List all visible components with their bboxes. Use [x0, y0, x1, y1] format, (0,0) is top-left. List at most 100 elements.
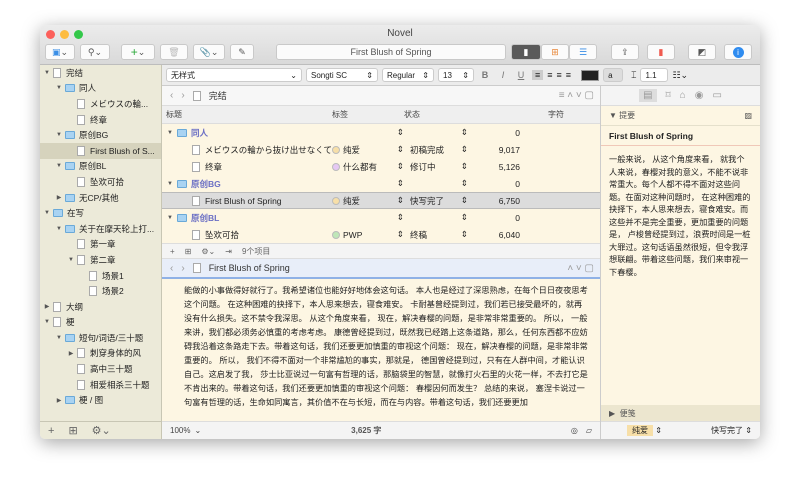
align-right-button[interactable]: ≡ — [557, 70, 562, 80]
binder-item[interactable]: ▼短句/词语/三十题 — [40, 330, 161, 346]
label-stepper-icon[interactable]: ⇕ — [397, 127, 404, 138]
disclosure-open-icon[interactable]: ▼ — [43, 210, 51, 216]
binder-item[interactable]: 坠欢可拾 — [40, 174, 161, 190]
editor-text[interactable]: 能做的小事做得好就行了。我希望诸位也能好好地体会这句话。 本人也是经过了深思熟虑… — [162, 279, 600, 418]
binder-item[interactable]: ▶梗 / 图 — [40, 392, 161, 408]
row-status[interactable]: 快写完了 — [404, 195, 461, 207]
status-stepper-icon[interactable]: ⇕ — [461, 144, 468, 155]
tag-tab-icon[interactable]: ⌂ — [680, 90, 686, 101]
label-stepper-icon[interactable]: ⇕ — [397, 161, 404, 172]
target-icon[interactable]: ◎ — [571, 426, 578, 435]
disclosure-closed-icon[interactable]: ▶ — [55, 194, 63, 201]
status-select[interactable]: 快写完了 ⇕ — [711, 425, 752, 436]
image-icon[interactable]: ▨ — [744, 111, 752, 120]
size-select[interactable]: 13⇕ — [438, 68, 474, 82]
share-button[interactable]: ⇪ — [611, 44, 639, 60]
disclosure-open-icon[interactable]: ▼ — [166, 130, 174, 136]
export-icon[interactable]: ⇥ — [225, 247, 232, 256]
label-select[interactable]: 纯爱 ⇕ — [627, 425, 662, 436]
row-status[interactable]: 修订中 — [404, 161, 461, 173]
disclosure-open-icon[interactable]: ▼ — [55, 132, 63, 138]
disclosure-open-icon[interactable]: ▼ — [55, 226, 63, 232]
column-status[interactable]: 状态 — [404, 109, 468, 120]
highlight-button[interactable]: a — [603, 68, 623, 82]
row-status[interactable]: 终稿 — [404, 229, 461, 241]
status-stepper-icon[interactable]: ⇕ — [461, 229, 468, 240]
binder-item[interactable]: ▶无CP/其他 — [40, 190, 161, 206]
disclosure-open-icon[interactable]: ▼ — [43, 319, 51, 325]
composition-button[interactable]: ◩ — [688, 44, 716, 60]
binder-item[interactable]: ▼在写 — [40, 205, 161, 221]
binder-item[interactable]: ▼同人 — [40, 81, 161, 97]
disclosure-open-icon[interactable]: ▼ — [43, 70, 51, 76]
binder-item[interactable]: ▶大纲 — [40, 299, 161, 315]
label-stepper-icon[interactable]: ⇕ — [397, 229, 404, 240]
line-spacing-select[interactable]: 1.1 — [640, 68, 668, 82]
binder-item[interactable]: 终章 — [40, 112, 161, 128]
label-stepper-icon[interactable]: ⇕ — [397, 144, 404, 155]
outline-row[interactable]: ▼原创BG ⇕ ⇕ 0 — [162, 175, 600, 192]
view-corkboard-button[interactable]: ⊞ — [541, 44, 569, 60]
binder-item[interactable]: 场景1 — [40, 268, 161, 284]
inspector-button[interactable]: i — [724, 44, 752, 60]
snapshot-tab-icon[interactable]: ◉ — [695, 90, 704, 101]
outline-row[interactable]: ▼原创BL ⇕ ⇕ 0 — [162, 209, 600, 226]
header-controls[interactable]: ˄ ˅ ▢ — [567, 263, 594, 274]
disclosure-closed-icon[interactable]: ▶ — [55, 397, 63, 404]
binder-item[interactable]: 相爱相杀三十题 — [40, 377, 161, 393]
binder-item[interactable]: First Blush of S... — [40, 143, 161, 159]
add-icon[interactable]: + — [48, 425, 54, 437]
label-stepper-icon[interactable]: ⇕ — [397, 178, 404, 189]
column-label[interactable]: 标签 — [332, 109, 404, 120]
binder-item[interactable]: ▼关于在摩天轮上打... — [40, 221, 161, 237]
binder-item[interactable]: ▼原创BL — [40, 159, 161, 175]
outline-row[interactable]: 坠欢可拾 PWP⇕ 终稿⇕ 6,040 — [162, 226, 600, 243]
back-icon[interactable]: ‹ — [170, 90, 173, 101]
bookmark-tab-icon[interactable]: ⌑ — [666, 90, 671, 101]
note-icon[interactable]: ▱ — [586, 426, 592, 435]
binder-item[interactable]: 第一章 — [40, 237, 161, 253]
attach-button[interactable]: 📎⌄ — [193, 44, 225, 60]
add-button[interactable]: +⌄ — [121, 44, 155, 60]
font-select[interactable]: Songti SC⇕ — [306, 68, 378, 82]
justify-button[interactable]: ≡ — [566, 70, 571, 80]
binder-item[interactable]: ▼第二章 — [40, 252, 161, 268]
back-icon[interactable]: ‹ — [170, 263, 173, 274]
underline-button[interactable]: U — [514, 70, 528, 80]
bookmark-button[interactable]: ▮ — [647, 44, 675, 60]
column-title[interactable]: 标题 — [162, 109, 332, 120]
list-button[interactable]: ☷⌄ — [672, 70, 688, 81]
italic-button[interactable]: I — [496, 70, 510, 80]
comment-tab-icon[interactable]: ▭ — [712, 90, 721, 101]
row-label[interactable]: PWP — [343, 230, 394, 240]
outline-row[interactable]: First Blush of Spring 纯爱⇕ 快写完了⇕ 6,750 — [162, 192, 600, 209]
row-status[interactable]: 初稿完成 — [404, 144, 461, 156]
outline-row[interactable]: メビウスの輪から抜け出せなくて 纯爱⇕ 初稿完成⇕ 9,017 — [162, 141, 600, 158]
disclosure-closed-icon[interactable]: ▶ — [43, 303, 51, 310]
view-document-button[interactable]: ▮ — [511, 44, 541, 60]
weight-select[interactable]: Regular⇕ — [382, 68, 434, 82]
zoom-select[interactable]: 100% — [170, 426, 190, 435]
binder-item[interactable]: メビウスの輪... — [40, 96, 161, 112]
disclosure-open-icon[interactable]: ▼ — [166, 181, 174, 187]
trash-button[interactable]: 🗑 — [160, 44, 188, 60]
disclosure-open-icon[interactable]: ▼ — [55, 163, 63, 169]
row-label[interactable]: 纯爱 — [343, 195, 394, 207]
status-stepper-icon[interactable]: ⇕ — [461, 161, 468, 172]
disclosure-open-icon[interactable]: ▼ — [67, 257, 75, 263]
row-label[interactable]: 纯爱 — [343, 144, 394, 156]
status-stepper-icon[interactable]: ⇕ — [461, 212, 468, 223]
status-stepper-icon[interactable]: ⇕ — [461, 195, 468, 206]
collapse-icon[interactable]: ▼ — [609, 111, 617, 120]
gear-icon[interactable]: ⚙⌄ — [201, 247, 215, 256]
disclosure-closed-icon[interactable]: ▶ — [67, 350, 75, 357]
add-icon[interactable]: + — [170, 247, 175, 256]
forward-icon[interactable]: › — [181, 263, 184, 274]
binder-item[interactable]: ▶刺穿身体的风 — [40, 346, 161, 362]
binder-item[interactable]: ▼完结 — [40, 65, 161, 81]
label-stepper-icon[interactable]: ⇕ — [397, 212, 404, 223]
search-button[interactable]: ⚲⌄ — [80, 44, 110, 60]
synopsis-text[interactable]: 一般来说， 从这个角度来看， 就我个人来说，春樱对我的意义，不能不说非常重大。每… — [601, 146, 760, 287]
expand-icon[interactable]: ▶ — [609, 409, 615, 418]
forward-icon[interactable]: › — [181, 90, 184, 101]
